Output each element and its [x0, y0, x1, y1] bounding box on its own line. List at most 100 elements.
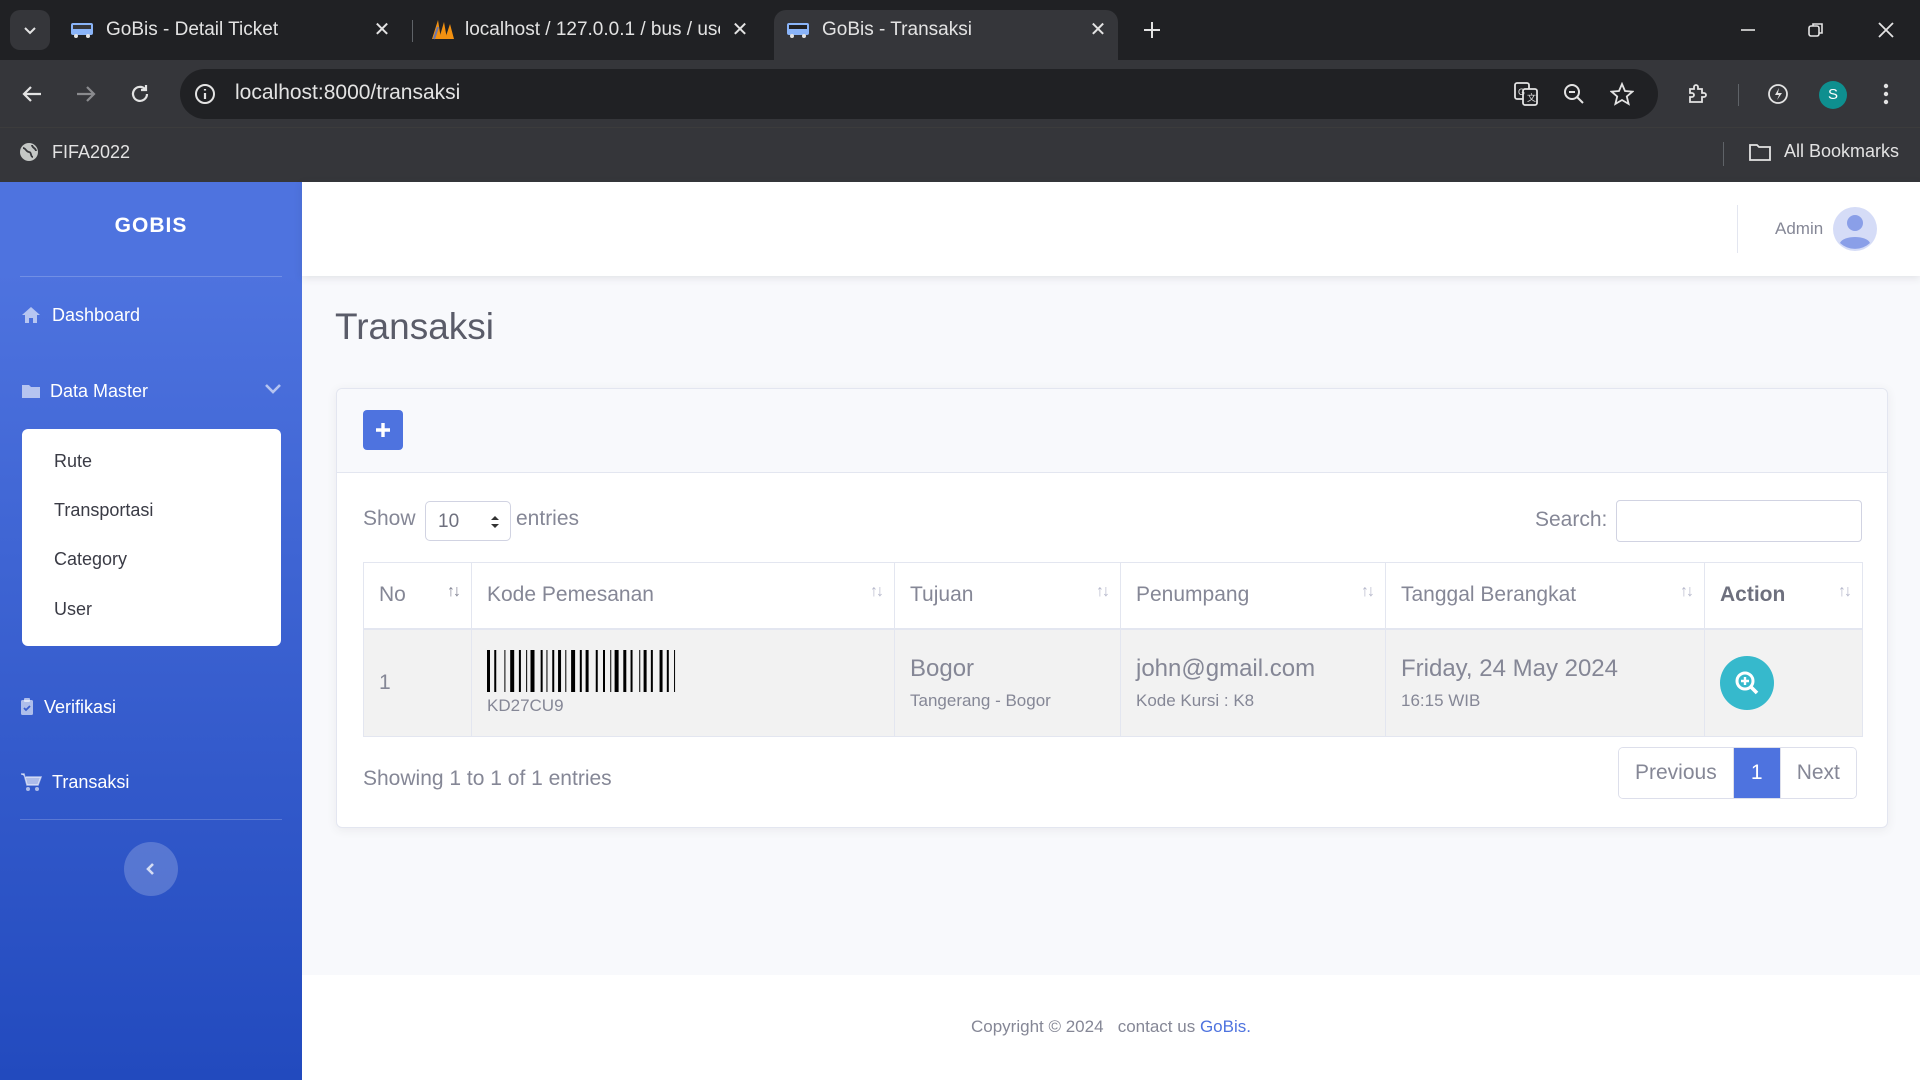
entries-select[interactable]: 10: [425, 501, 511, 541]
sidebar-item-label: Transaksi: [52, 771, 130, 792]
back-button[interactable]: [14, 76, 50, 112]
sidebar-item-transaksi[interactable]: Transaksi: [20, 771, 129, 793]
barcode-bar: [610, 649, 612, 692]
translate-button[interactable]: G文: [1508, 76, 1544, 112]
seat-code: Kode Kursi : K8: [1136, 690, 1255, 710]
translate-icon: G文: [1514, 82, 1538, 106]
close-window-button[interactable]: [1868, 12, 1904, 48]
site-info-button[interactable]: [187, 76, 223, 112]
tab-detail-ticket[interactable]: GoBis - Detail Ticket ✕: [58, 10, 404, 60]
clipboard-check-icon: [20, 696, 34, 718]
url-text[interactable]: localhost:8000/transaksi: [235, 81, 460, 105]
table-info: Showing 1 to 1 of 1 entries: [363, 767, 612, 790]
search-input[interactable]: [1616, 500, 1862, 542]
close-tab-icon[interactable]: ✕: [1086, 18, 1110, 42]
bookmark-fifa2022[interactable]: FIFA2022: [18, 141, 130, 163]
browser-menu-button[interactable]: [1868, 76, 1904, 112]
sidebar-item-label: Verifikasi: [44, 696, 117, 717]
column-header-tujuan[interactable]: Tujuan ↑↓: [894, 562, 1121, 630]
all-bookmarks-button[interactable]: All Bookmarks: [1748, 141, 1899, 162]
sidebar-toggle-button[interactable]: [124, 842, 178, 896]
user-name: Admin: [1775, 219, 1824, 238]
more-vertical-icon: [1883, 83, 1889, 105]
cell-kode: KD27CU9: [471, 628, 895, 737]
barcode-bar: [504, 649, 506, 692]
sidebar-item-dashboard[interactable]: Dashboard: [20, 304, 140, 326]
user-dropdown[interactable]: Admin: [1775, 207, 1878, 251]
folder-icon: [1749, 143, 1771, 161]
page-title: Transaksi: [335, 306, 495, 347]
submenu-item-transportasi[interactable]: Transportasi: [54, 500, 153, 521]
close-tab-icon[interactable]: ✕: [370, 18, 394, 42]
footer: Copyright © 2024 contact us GoBis.: [302, 975, 1920, 1080]
topbar: Admin: [302, 182, 1920, 276]
restore-button[interactable]: [1798, 12, 1834, 48]
minimize-button[interactable]: [1730, 12, 1766, 48]
sidebar-divider: [20, 819, 282, 820]
column-header-kode[interactable]: Kode Pemesanan ↑↓: [471, 562, 895, 630]
sort-icon: ↑↓: [447, 583, 461, 600]
plus-icon: [376, 423, 390, 437]
add-transaksi-button[interactable]: [363, 410, 403, 450]
barcode-bar: [571, 649, 576, 692]
sidebar-item-data-master[interactable]: Data Master: [20, 380, 282, 402]
tab-phpmyadmin[interactable]: localhost / 127.0.0.1 / bus / users | p …: [420, 10, 766, 60]
barcode-bar: [558, 649, 562, 692]
tab-divider: [412, 20, 413, 42]
column-header-action[interactable]: Action ↑↓: [1704, 562, 1863, 630]
tab-search-button[interactable]: [10, 10, 50, 50]
topbar-divider: [1737, 205, 1738, 253]
browser-chrome: GoBis - Detail Ticket ✕ localhost / 127.…: [0, 0, 1920, 182]
home-icon: [20, 304, 42, 326]
arrow-right-icon: [77, 86, 96, 102]
performance-button[interactable]: [1760, 76, 1796, 112]
bookmarks-bar: FIFA2022 All Bookmarks: [0, 127, 1920, 182]
profile-avatar[interactable]: S: [1819, 81, 1847, 109]
pagination-next[interactable]: Next: [1779, 748, 1856, 798]
brand-logo[interactable]: GOBIS: [0, 214, 302, 238]
pagination-previous[interactable]: Previous: [1619, 748, 1734, 798]
barcode-bar: [530, 649, 535, 692]
pagination: Previous 1 Next: [1618, 747, 1857, 799]
bus-icon: [71, 23, 93, 38]
barcode-bar: [650, 649, 653, 692]
transaksi-card: Show 10 entries Search: No ↑↓ Kode Pemesa…: [336, 388, 1888, 828]
address-bar[interactable]: localhost:8000/transaksi G文: [180, 69, 1658, 119]
footer-link[interactable]: GoBis.: [1200, 1017, 1251, 1036]
extensions-button[interactable]: [1680, 76, 1716, 112]
tab-transaksi[interactable]: GoBis - Transaksi ✕: [774, 10, 1118, 60]
svg-text:G: G: [1518, 87, 1525, 97]
cell-action: [1704, 628, 1863, 737]
submenu-item-category[interactable]: Category: [54, 549, 127, 570]
new-tab-button[interactable]: [1134, 12, 1170, 48]
view-detail-button[interactable]: [1720, 655, 1774, 710]
submenu-item-rute[interactable]: Rute: [54, 451, 92, 472]
cell-tujuan: Bogor Tangerang - Bogor: [894, 628, 1121, 737]
browser-toolbar: localhost:8000/transaksi G文 S: [0, 60, 1920, 127]
barcode-bar: [518, 649, 521, 692]
chevron-down-icon: [264, 383, 282, 395]
sort-icon: ↑↓: [870, 583, 884, 600]
forward-button[interactable]: [68, 76, 104, 112]
column-header-penumpang[interactable]: Penumpang ↑↓: [1120, 562, 1386, 630]
barcode-bar: [643, 649, 647, 692]
column-header-no[interactable]: No ↑↓: [363, 562, 472, 630]
zoom-button[interactable]: [1556, 76, 1592, 112]
bookmark-divider: [1723, 142, 1724, 166]
pagination-page-1[interactable]: 1: [1733, 748, 1780, 798]
puzzle-icon: [1689, 84, 1707, 103]
bookmark-star-button[interactable]: [1604, 76, 1640, 112]
chevron-down-icon: [24, 27, 36, 35]
svg-text:文: 文: [1527, 92, 1536, 103]
column-header-tanggal[interactable]: Tanggal Berangkat ↑↓: [1385, 562, 1705, 630]
sidebar-item-verifikasi[interactable]: Verifikasi: [20, 696, 116, 718]
sort-icon: ↑↓: [1096, 583, 1110, 600]
close-tab-icon[interactable]: ✕: [728, 18, 752, 42]
search-label: Search:: [1535, 508, 1608, 531]
footer-text: Copyright © 2024 contact us GoBis.: [302, 1017, 1920, 1037]
barcode-bar: [510, 649, 515, 692]
submenu-item-user[interactable]: User: [54, 599, 92, 620]
barcode-bar: [552, 649, 555, 692]
reload-button[interactable]: [122, 76, 158, 112]
barcode-bar: [494, 649, 497, 692]
